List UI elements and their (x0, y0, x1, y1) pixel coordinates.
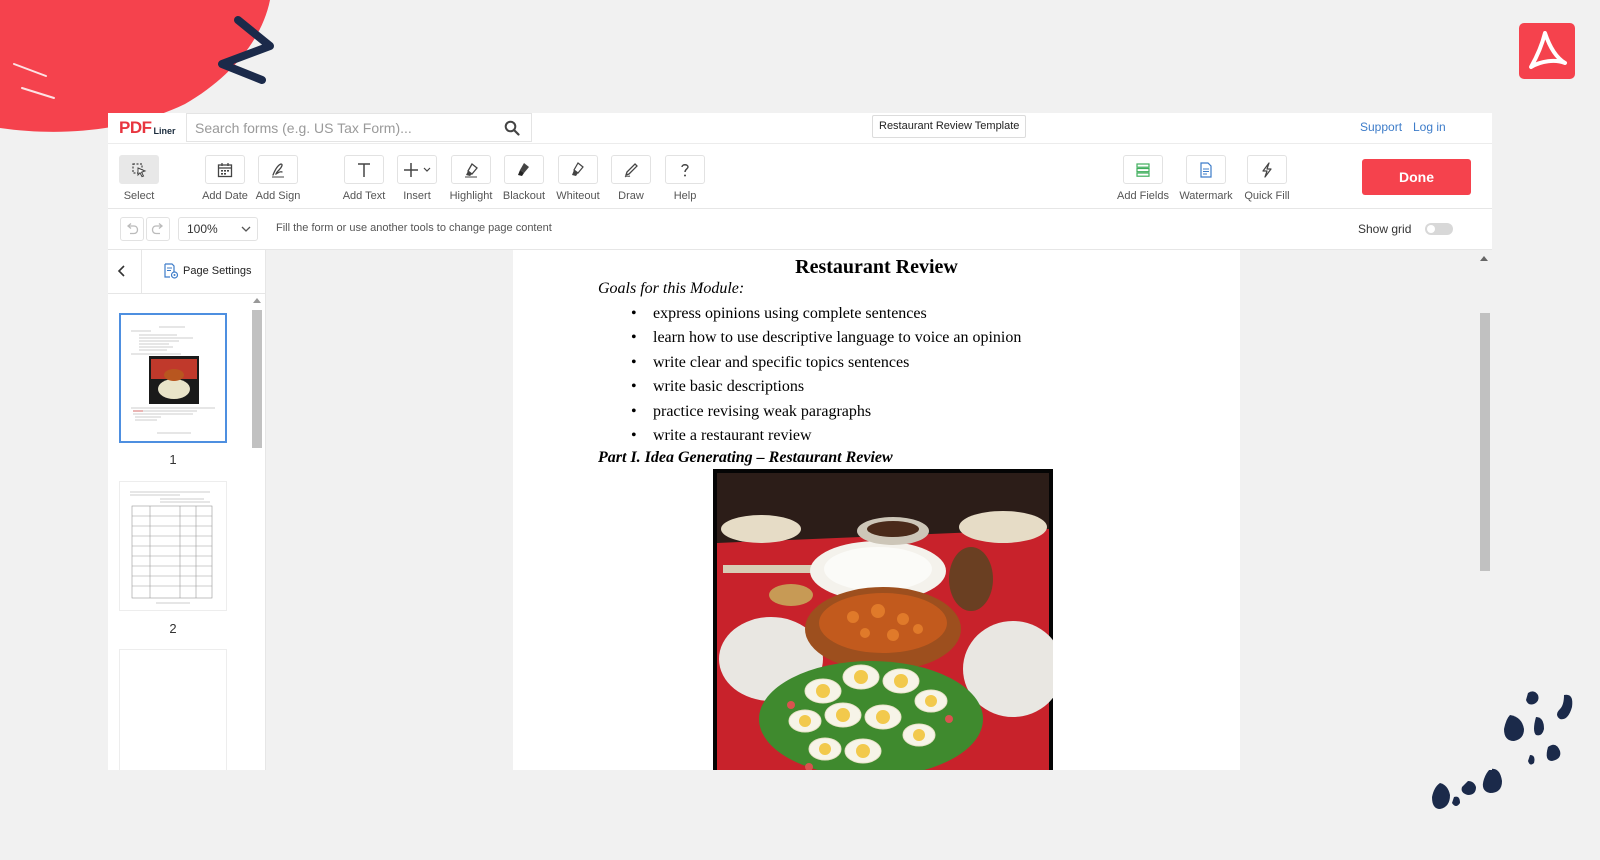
page-thumbnail-1[interactable] (119, 313, 227, 443)
page-settings-icon (164, 263, 179, 279)
page-2-preview (130, 491, 213, 604)
top-bar: PDF Liner Restaurant Review Template Sup… (108, 113, 1492, 144)
page-number-1: 1 (169, 452, 177, 467)
logo-subtext: Liner (153, 126, 176, 136)
whiteout-button[interactable]: Whiteout (551, 155, 605, 202)
cursor-icon (132, 162, 147, 177)
insert-label: Insert (403, 190, 431, 202)
highlight-button[interactable]: Highlight (444, 155, 498, 202)
document-scrollbar[interactable] (1476, 250, 1492, 770)
login-link[interactable]: Log in (1413, 120, 1446, 134)
page-number-2: 2 (169, 621, 177, 636)
highlight-label: Highlight (449, 190, 493, 202)
add-text-button[interactable]: Add Text (337, 155, 391, 202)
done-button[interactable]: Done (1362, 159, 1471, 195)
page-thumbnail-2[interactable] (119, 481, 227, 611)
goals-list: express opinions using complete sentence… (631, 302, 1021, 448)
thumbnail-scrollbar-thumb[interactable] (252, 310, 262, 448)
quick-fill-label: Quick Fill (1244, 190, 1290, 202)
insert-button[interactable]: Insert (390, 155, 444, 202)
plus-icon (404, 162, 418, 177)
lightning-icon (1262, 161, 1272, 178)
zoom-value: 100% (187, 222, 218, 236)
toolbar-hint: Fill the form or use another tools to ch… (276, 222, 552, 234)
undo-icon (126, 223, 139, 235)
help-label: Help (673, 190, 697, 202)
page-settings-button[interactable]: Page Settings (163, 263, 252, 279)
highlighter-icon (465, 162, 478, 177)
add-fields-button[interactable]: Add Fields (1114, 155, 1172, 202)
draw-button[interactable]: Draw (604, 155, 658, 202)
list-item: write basic descriptions (631, 375, 1021, 399)
show-grid-toggle[interactable] (1425, 223, 1453, 235)
signature-icon (272, 162, 284, 177)
undo-button[interactable] (120, 217, 144, 241)
document-scrollbar-thumb[interactable] (1480, 313, 1490, 571)
pdf-app-logo-icon (1519, 23, 1575, 79)
pdf-page-1[interactable]: Restaurant Review Goals for this Module:… (513, 250, 1240, 770)
blackout-button[interactable]: Blackout (497, 155, 551, 202)
redo-icon (151, 223, 164, 235)
list-item: learn how to use descriptive language to… (631, 326, 1021, 350)
search-bar (186, 113, 532, 142)
scroll-up-arrow-icon[interactable] (253, 297, 261, 303)
page-settings-label: Page Settings (183, 265, 252, 277)
add-fields-label: Add Fields (1117, 190, 1169, 202)
chevron-left-icon[interactable] (114, 263, 130, 279)
pdfliner-logo[interactable]: PDF Liner (119, 118, 176, 138)
document-heading: Restaurant Review (795, 256, 958, 278)
scroll-up-arrow-icon[interactable] (1480, 255, 1488, 261)
list-item: express opinions using complete sentence… (631, 302, 1021, 326)
add-text-label: Add Text (342, 190, 386, 202)
document-title: Restaurant Review Template (872, 115, 1027, 138)
text-icon (358, 162, 370, 177)
panel-header: Page Settings (108, 250, 265, 294)
blackout-label: Blackout (502, 190, 546, 202)
document-canvas: Restaurant Review Goals for this Module:… (266, 250, 1492, 770)
part-one-heading: Part I. Idea Generating – Restaurant Rev… (598, 449, 893, 466)
goals-label: Goals for this Module: (598, 280, 745, 297)
zoom-select[interactable]: 100% (178, 217, 258, 241)
editing-toolbar: Select Add Date Add Sign Add Text Insert… (108, 144, 1492, 209)
search-icon[interactable] (504, 120, 520, 136)
pdf-editor-window: PDF Liner Restaurant Review Template Sup… (108, 113, 1492, 770)
select-tool-label: Select (123, 190, 155, 202)
secondary-toolbar: 100% Fill the form or use another tools … (108, 209, 1492, 250)
chevron-down-icon (241, 226, 251, 232)
support-link[interactable]: Support (1360, 120, 1402, 134)
add-sign-button[interactable]: Add Sign (251, 155, 305, 202)
list-item: write a restaurant review (631, 424, 1021, 448)
list-item: write clear and specific topics sentence… (631, 351, 1021, 375)
quick-fill-button[interactable]: Quick Fill (1238, 155, 1296, 202)
whiteout-label: Whiteout (556, 190, 600, 202)
watermark-button[interactable]: Watermark (1177, 155, 1235, 202)
thumbnail-list: 1 2 (108, 294, 251, 770)
help-button[interactable]: Help (658, 155, 712, 202)
search-input[interactable] (195, 119, 495, 137)
calendar-icon (217, 162, 233, 177)
question-icon (681, 163, 689, 176)
page-thumbnails-panel: Page Settings 1 2 (108, 250, 266, 770)
restaurant-table-photo (713, 469, 1053, 770)
watermark-icon (1200, 161, 1212, 178)
list-item: practice revising weak paragraphs (631, 400, 1021, 424)
blackout-icon (518, 162, 529, 176)
add-sign-label: Add Sign (255, 190, 301, 202)
draw-label: Draw (618, 190, 644, 202)
chevron-down-icon (423, 167, 431, 172)
watermark-label: Watermark (1179, 190, 1233, 202)
page-thumbnail-3[interactable] (119, 649, 227, 770)
redo-button[interactable] (146, 217, 170, 241)
page-1-preview (131, 326, 215, 434)
show-grid-label: Show grid (1358, 222, 1412, 236)
add-date-button[interactable]: Add Date (198, 155, 252, 202)
select-tool-button[interactable]: Select (112, 155, 166, 202)
thumbnail-scrollbar[interactable] (251, 294, 263, 770)
logo-wordmark: PDF (119, 118, 152, 137)
add-date-label: Add Date (202, 190, 248, 202)
fields-icon (1136, 162, 1150, 177)
pen-icon (624, 162, 638, 177)
whiteout-icon (572, 161, 584, 176)
